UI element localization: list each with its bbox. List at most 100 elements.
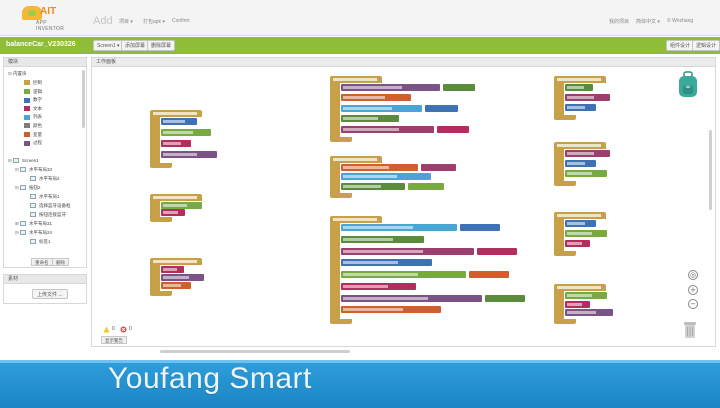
zoom-center-icon[interactable]: ◎ bbox=[688, 270, 698, 280]
statement-block[interactable] bbox=[341, 94, 411, 102]
statement-block[interactable] bbox=[341, 173, 431, 181]
statement-block[interactable] bbox=[161, 274, 204, 281]
statement-block[interactable] bbox=[161, 151, 218, 158]
designer-button[interactable]: 组件设计 bbox=[666, 40, 695, 51]
event-block[interactable] bbox=[330, 76, 476, 142]
menu-build[interactable]: 打包apk ▾ bbox=[143, 18, 165, 25]
tree-component-5[interactable]: 选择蓝牙设备框 bbox=[30, 202, 71, 210]
tree-component-8[interactable]: ⊟ 水平布局24 bbox=[15, 229, 52, 237]
value-block[interactable] bbox=[442, 84, 476, 91]
event-block[interactable] bbox=[554, 142, 624, 186]
tree-component-0[interactable]: ⊟ Screen1 bbox=[8, 157, 39, 165]
event-block[interactable] bbox=[150, 258, 214, 296]
remove-screen-button[interactable]: 删除屏幕 bbox=[147, 40, 176, 51]
tree-component-4[interactable]: 水平布局1 bbox=[30, 193, 60, 201]
event-block[interactable] bbox=[554, 212, 624, 256]
statement-block[interactable] bbox=[565, 94, 610, 101]
tree-builtin-3[interactable]: 文本 bbox=[24, 105, 42, 113]
show-warnings-button[interactable]: 显示警告 bbox=[101, 336, 127, 344]
tree-builtin-6[interactable]: 变量 bbox=[24, 131, 42, 139]
workspace-horizontal-scrollbar[interactable] bbox=[160, 350, 350, 353]
event-block[interactable] bbox=[150, 194, 218, 222]
tree-builtin[interactable]: ⊟内置块 bbox=[8, 70, 27, 78]
statement-block[interactable] bbox=[161, 282, 191, 289]
user-account[interactable]: © Wnzhang bbox=[667, 18, 693, 24]
statement-block[interactable] bbox=[341, 235, 424, 243]
statement-block[interactable] bbox=[161, 140, 191, 147]
statement-block[interactable] bbox=[341, 294, 483, 302]
statement-block[interactable] bbox=[565, 230, 607, 237]
event-block[interactable] bbox=[554, 76, 624, 120]
value-block[interactable] bbox=[468, 271, 509, 278]
statement-block[interactable] bbox=[565, 309, 613, 317]
blocks-panel-scrollbar[interactable] bbox=[82, 70, 85, 128]
value-block[interactable] bbox=[485, 294, 526, 302]
tree-component-7[interactable]: ⊞ 水平布局31 bbox=[15, 220, 52, 228]
value-block[interactable] bbox=[408, 182, 444, 190]
zoom-in-icon[interactable]: + bbox=[688, 285, 698, 295]
statement-block[interactable] bbox=[565, 300, 591, 308]
menu-projects[interactable]: 项目 ▾ bbox=[119, 18, 133, 25]
tree-component-1[interactable]: ⊟ 水平布局33 bbox=[15, 166, 52, 174]
backpack-icon[interactable] bbox=[677, 71, 699, 99]
delete-button[interactable]: 删除 bbox=[52, 258, 69, 266]
statement-block[interactable] bbox=[341, 125, 434, 133]
statement-block[interactable] bbox=[341, 84, 440, 91]
statement-block[interactable] bbox=[161, 129, 211, 136]
tree-builtin-1[interactable]: 逻辑 bbox=[24, 88, 42, 96]
upload-file-button[interactable]: 上传文件 ... bbox=[32, 289, 68, 299]
value-block[interactable] bbox=[420, 164, 457, 171]
tree-component-3[interactable]: ⊟ 按钮2 bbox=[15, 184, 41, 192]
event-block[interactable] bbox=[330, 216, 526, 324]
event-block[interactable] bbox=[330, 156, 472, 198]
value-block[interactable] bbox=[425, 104, 458, 112]
statement-block[interactable] bbox=[341, 271, 466, 278]
menu-confirm[interactable]: Confirm bbox=[172, 18, 190, 24]
statement-block[interactable] bbox=[565, 84, 593, 91]
event-block[interactable] bbox=[554, 284, 624, 324]
tree-builtin-0[interactable]: 控制 bbox=[24, 79, 42, 87]
value-block[interactable] bbox=[460, 224, 501, 231]
value-block[interactable] bbox=[436, 125, 470, 133]
statement-block[interactable] bbox=[565, 170, 607, 177]
statement-block[interactable] bbox=[565, 160, 596, 167]
my-projects-link[interactable]: 我的项目 bbox=[609, 18, 629, 25]
trash-icon[interactable] bbox=[683, 321, 697, 339]
statement-block[interactable] bbox=[341, 115, 399, 123]
statement-block[interactable] bbox=[341, 164, 418, 171]
statement-block[interactable] bbox=[161, 209, 186, 216]
zoom-out-icon[interactable]: − bbox=[688, 299, 698, 309]
tree-builtin-5[interactable]: 颜色 bbox=[24, 122, 42, 130]
workspace-vertical-scrollbar[interactable] bbox=[709, 130, 712, 210]
statement-block[interactable] bbox=[341, 259, 433, 267]
statement-block[interactable] bbox=[341, 104, 423, 112]
statement-block[interactable] bbox=[341, 247, 474, 255]
value-block[interactable] bbox=[476, 247, 517, 255]
tree-component-2[interactable]: 水平布局2 bbox=[30, 175, 60, 183]
app-logo[interactable]: AIT APP INVENTOR bbox=[22, 4, 64, 32]
tree-builtin-2[interactable]: 数学 bbox=[24, 96, 42, 104]
tree-builtin-7[interactable]: 过程 bbox=[24, 139, 42, 147]
blocks-button[interactable]: 逻辑设计 bbox=[692, 40, 720, 51]
blocks-workspace[interactable]: 工作面板 bbox=[91, 57, 716, 347]
statement-block[interactable] bbox=[565, 150, 610, 157]
statement-block[interactable] bbox=[565, 104, 596, 111]
screen-select[interactable]: Screen1 ▾ bbox=[93, 40, 124, 51]
event-block[interactable] bbox=[150, 110, 230, 168]
statement-block[interactable] bbox=[341, 306, 441, 314]
statement-block[interactable] bbox=[161, 266, 184, 273]
language-select[interactable]: 简体中文 ▾ bbox=[636, 18, 660, 25]
statement-block[interactable] bbox=[161, 118, 198, 125]
statement-block[interactable] bbox=[341, 224, 458, 231]
tree-component-9[interactable]: 标签1 bbox=[30, 238, 51, 246]
statement-block[interactable] bbox=[341, 282, 416, 290]
statement-block[interactable] bbox=[341, 182, 405, 190]
tree-builtin-4[interactable]: 列表 bbox=[24, 113, 42, 121]
rename-button[interactable]: 重命名 bbox=[31, 258, 53, 266]
statement-block[interactable] bbox=[161, 202, 202, 209]
add-screen-button[interactable]: 添加屏幕 bbox=[121, 40, 150, 51]
statement-block[interactable] bbox=[565, 292, 607, 299]
statement-block[interactable] bbox=[565, 220, 596, 227]
statement-block[interactable] bbox=[565, 240, 591, 247]
tree-component-6[interactable]: 按钮连接蓝牙 bbox=[30, 211, 66, 219]
